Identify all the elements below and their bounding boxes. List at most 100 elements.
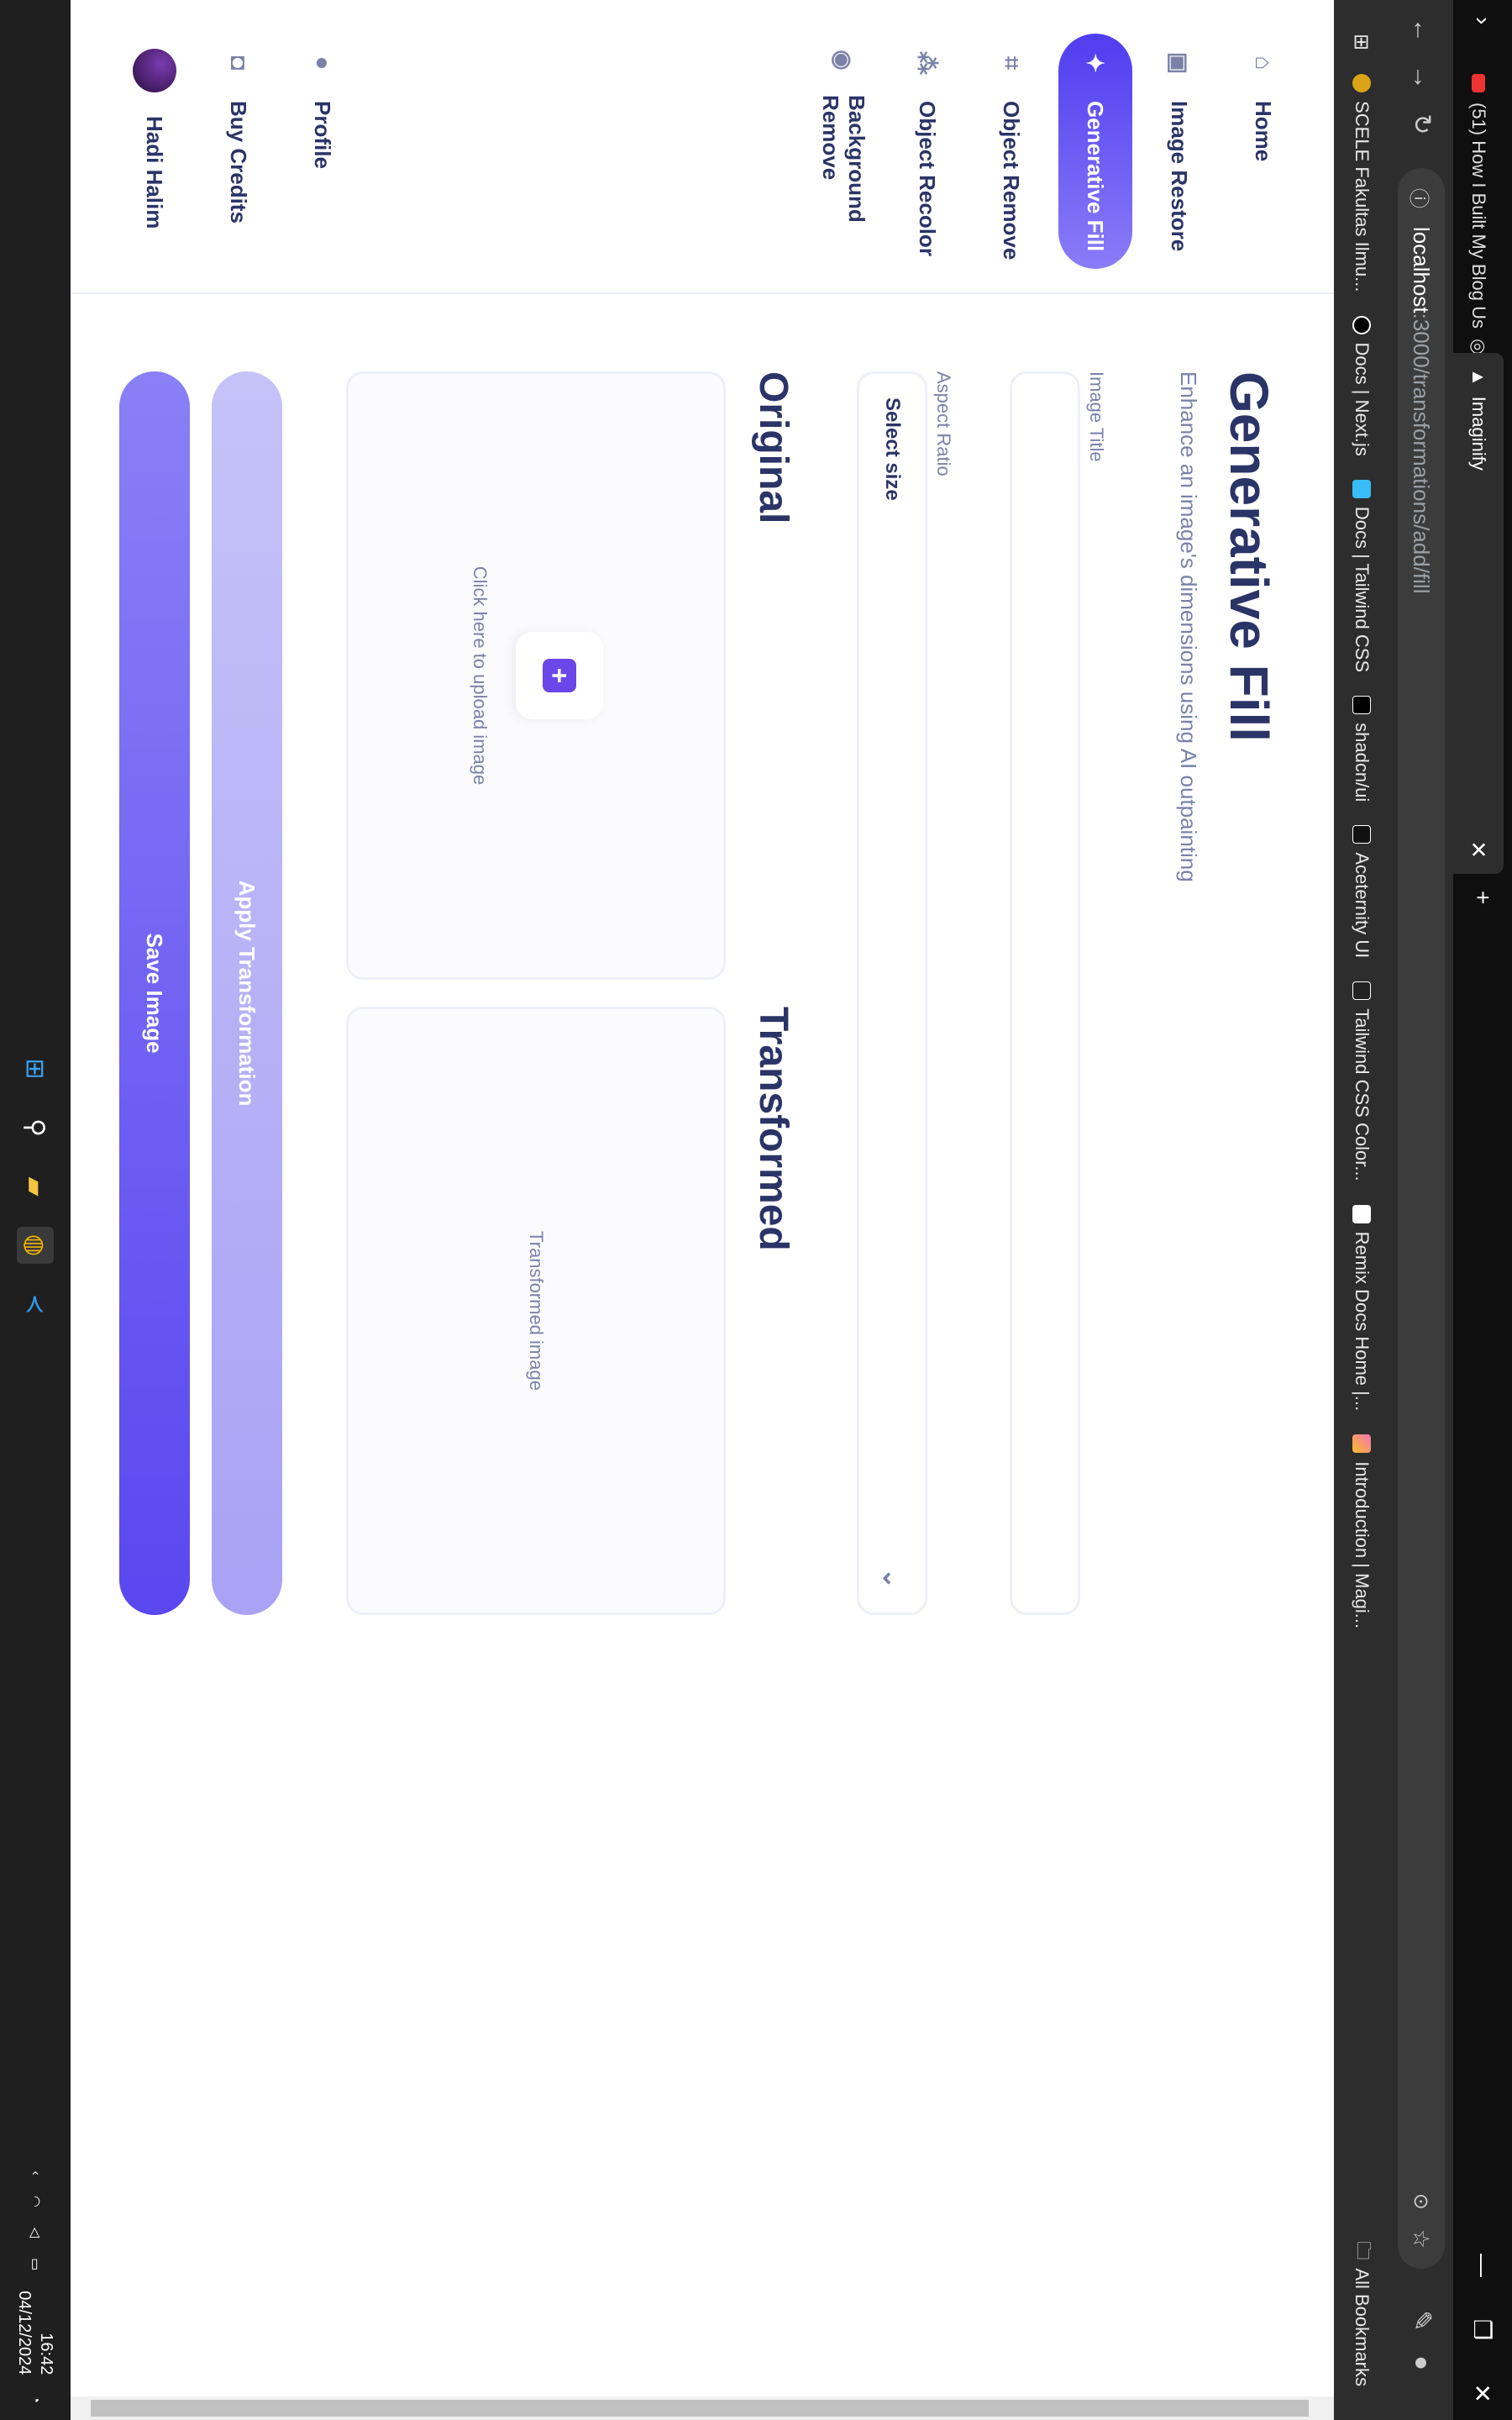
sidebar-item-label: Object Recolor <box>915 101 941 256</box>
taskbar-apps: ⊞ ⚲ ▰ ◍ ≺ <box>0 1050 71 1323</box>
aspect-ratio-select[interactable]: Select size ⌄ <box>857 371 927 1615</box>
tailwind-icon <box>1352 479 1371 498</box>
tab-title: Imaginify <box>1468 396 1489 471</box>
sidebar-item-label: Generative Fill <box>1083 101 1109 252</box>
url-host: localhost <box>1409 227 1435 313</box>
notifications-icon[interactable]: ◔ <box>28 2395 43 2403</box>
camera-icon: ◉ <box>830 50 857 71</box>
sidebar-item-label: Image Restore <box>1167 101 1193 252</box>
tab-imaginify[interactable]: ▲ Imaginify ✕ <box>1453 353 1504 874</box>
file-explorer-icon[interactable]: ▰ <box>17 1168 54 1205</box>
sidebar-item-generative-fill[interactable]: ✦ Generative Fill <box>1058 34 1132 269</box>
sidebar-item-object-remove[interactable]: ⌗ Object Remove <box>974 34 1048 269</box>
sidebar-item-label: Buy Credits <box>226 101 252 224</box>
minimize-icon[interactable]: — <box>1453 2254 1512 2277</box>
sidebar-item-buy-credits[interactable]: ◘ Buy Credits <box>202 34 276 269</box>
sidebar-item-user[interactable]: Hadi Halim <box>118 34 192 269</box>
ui-icon <box>1352 981 1371 1001</box>
imaginify-logo-icon: ▲ <box>1468 368 1489 387</box>
image-title-label: Image Title <box>1086 371 1107 462</box>
sidebar-item-label: Profile <box>310 101 336 169</box>
scrollbar-thumb[interactable] <box>91 2400 1309 2417</box>
reload-icon[interactable]: ↻ <box>1403 106 1440 143</box>
bookmark-tailwind[interactable]: Docs | Tailwind CSS <box>1351 479 1373 672</box>
aceternity-icon <box>1352 825 1371 844</box>
bookmark-aceternity[interactable]: Aceternity UI <box>1351 825 1373 958</box>
wifi-icon[interactable]: ◠ <box>27 2196 44 2207</box>
address-bar[interactable]: ⓘ localhost :3000/transformations/add/fi… <box>1398 168 1445 2269</box>
image-icon: ▣ <box>1166 51 1193 75</box>
image-title-input[interactable] <box>1010 371 1080 1615</box>
bookmark-remix[interactable]: Remix Docs Home |... <box>1351 1204 1373 1411</box>
all-bookmarks-button[interactable]: 🗀 All Bookmarks <box>1334 2241 1389 2386</box>
bookmark-tailwind-colors[interactable]: Tailwind CSS Color... <box>1351 981 1373 1181</box>
bookmark-nextjs[interactable]: Docs | Next.js <box>1351 315 1373 456</box>
bookmark-star-icon[interactable]: ☆ <box>1409 2229 1435 2249</box>
extensions-icon[interactable]: ✎ <box>1403 2302 1440 2339</box>
bookmark-scele[interactable]: SCELE Fakultas Ilmu... <box>1351 74 1373 292</box>
taskbar: ⊞ ⚲ ▰ ◍ ≺ ‹ ◠ ◁ ▭ 16:42 04/12/2024 ◔ <box>0 0 71 2420</box>
browser-menu-icon[interactable]: › <box>1453 17 1512 24</box>
battery-icon[interactable]: ▭ <box>27 2258 44 2270</box>
new-tab-button[interactable]: + <box>1453 891 1512 904</box>
system-tray: ‹ ◠ ◁ ▭ 16:42 04/12/2024 ◔ <box>0 2170 71 2412</box>
avatar <box>133 49 176 92</box>
sidebar-item-background-remove[interactable]: ◉ Background Remove <box>806 34 880 269</box>
bookmark-magic[interactable]: Introduction | Magi... <box>1351 1434 1373 1628</box>
sidebar-item-label: Home <box>1251 101 1277 162</box>
url-path: :3000/transformations/add/fill <box>1409 313 1435 594</box>
chevron-up-icon[interactable]: ‹ <box>28 2170 43 2175</box>
bookmark-shadcn[interactable]: shadcn/ui <box>1351 696 1373 802</box>
nextjs-icon <box>1352 315 1371 334</box>
scan-icon: ⌗ <box>999 56 1026 70</box>
forward-icon[interactable]: → <box>1403 59 1440 96</box>
sidebar-item-label: Object Remove <box>999 101 1025 260</box>
close-tab-icon[interactable]: ✕ <box>1466 840 1492 859</box>
remix-icon <box>1352 1204 1371 1223</box>
restore-icon[interactable]: ❐ <box>1453 2319 1512 2340</box>
lens-icon[interactable]: ⊙ <box>1410 2193 1434 2210</box>
page-subtitle: Enhance an image's dimensions using AI o… <box>1176 371 1201 882</box>
upload-button[interactable]: + <box>516 632 603 719</box>
upload-panel[interactable]: + Click here to upload image <box>346 371 726 980</box>
clock[interactable]: 16:42 04/12/2024 <box>13 2291 57 2375</box>
sidebar-item-profile[interactable]: ● Profile <box>286 34 360 269</box>
bookmarks-bar: ⊞ SCELE Fakultas Ilmu... Docs | Next.js … <box>1334 0 1389 2420</box>
sidebar-item-object-recolor[interactable]: ⁂ Object Recolor <box>890 34 964 269</box>
transformed-placeholder: Transformed image <box>526 1231 547 1391</box>
magic-ui-icon <box>1352 1434 1371 1454</box>
aspect-ratio-label: Aspect Ratio <box>933 371 954 476</box>
back-icon[interactable]: ← <box>1403 12 1440 49</box>
apps-icon[interactable]: ⊞ <box>1350 34 1374 50</box>
chevron-down-icon: ⌄ <box>878 1567 906 1589</box>
chrome-icon[interactable]: ◍ <box>17 1227 54 1264</box>
aspect-ratio-value: Select size <box>881 397 904 501</box>
sidebar-item-label: Background Remove <box>818 95 869 223</box>
sidebar-item-home[interactable]: ⌂ Home <box>1226 34 1300 269</box>
apply-transformation-button[interactable]: Apply Transformation <box>212 371 282 1615</box>
address-toolbar: ← → ↻ ⓘ localhost :3000/transformations/… <box>1389 0 1453 2420</box>
save-image-button[interactable]: Save Image <box>119 371 190 1615</box>
vertical-scrollbar[interactable] <box>71 2396 1334 2420</box>
user-name: Hadi Halim <box>142 116 168 229</box>
browser-tab-strip: › (51) How I Built My Blog Us ◎ ✕ ▲ Imag… <box>1453 0 1512 2420</box>
profile-icon: ● <box>310 55 336 71</box>
close-window-icon[interactable]: ✕ <box>1453 2384 1512 2403</box>
scele-icon <box>1352 74 1371 93</box>
shadcn-icon <box>1352 696 1371 715</box>
transformed-heading: Transformed <box>751 1007 795 1251</box>
profile-icon[interactable]: ● <box>1403 2344 1440 2381</box>
volume-icon[interactable]: ◁ <box>27 2228 44 2238</box>
tab-title: (51) How I Built My Blog Us <box>1468 103 1489 329</box>
page-title: Generative Fill <box>1219 371 1279 743</box>
search-icon[interactable]: ⚲ <box>17 1109 54 1146</box>
main-content: Generative Fill Enhance an image's dimen… <box>71 294 1334 2396</box>
original-heading: Original <box>751 371 795 524</box>
vscode-icon[interactable]: ≺ <box>17 1286 54 1323</box>
windows-start-icon[interactable]: ⊞ <box>17 1050 54 1087</box>
sidebar-item-image-restore[interactable]: ▣ Image Restore <box>1142 34 1216 269</box>
transformed-panel: Transformed image <box>346 1007 726 1615</box>
home-icon: ⌂ <box>1251 55 1277 71</box>
site-info-icon[interactable]: ⓘ <box>1407 188 1436 208</box>
sparkles-icon: ✦ <box>1082 53 1109 73</box>
